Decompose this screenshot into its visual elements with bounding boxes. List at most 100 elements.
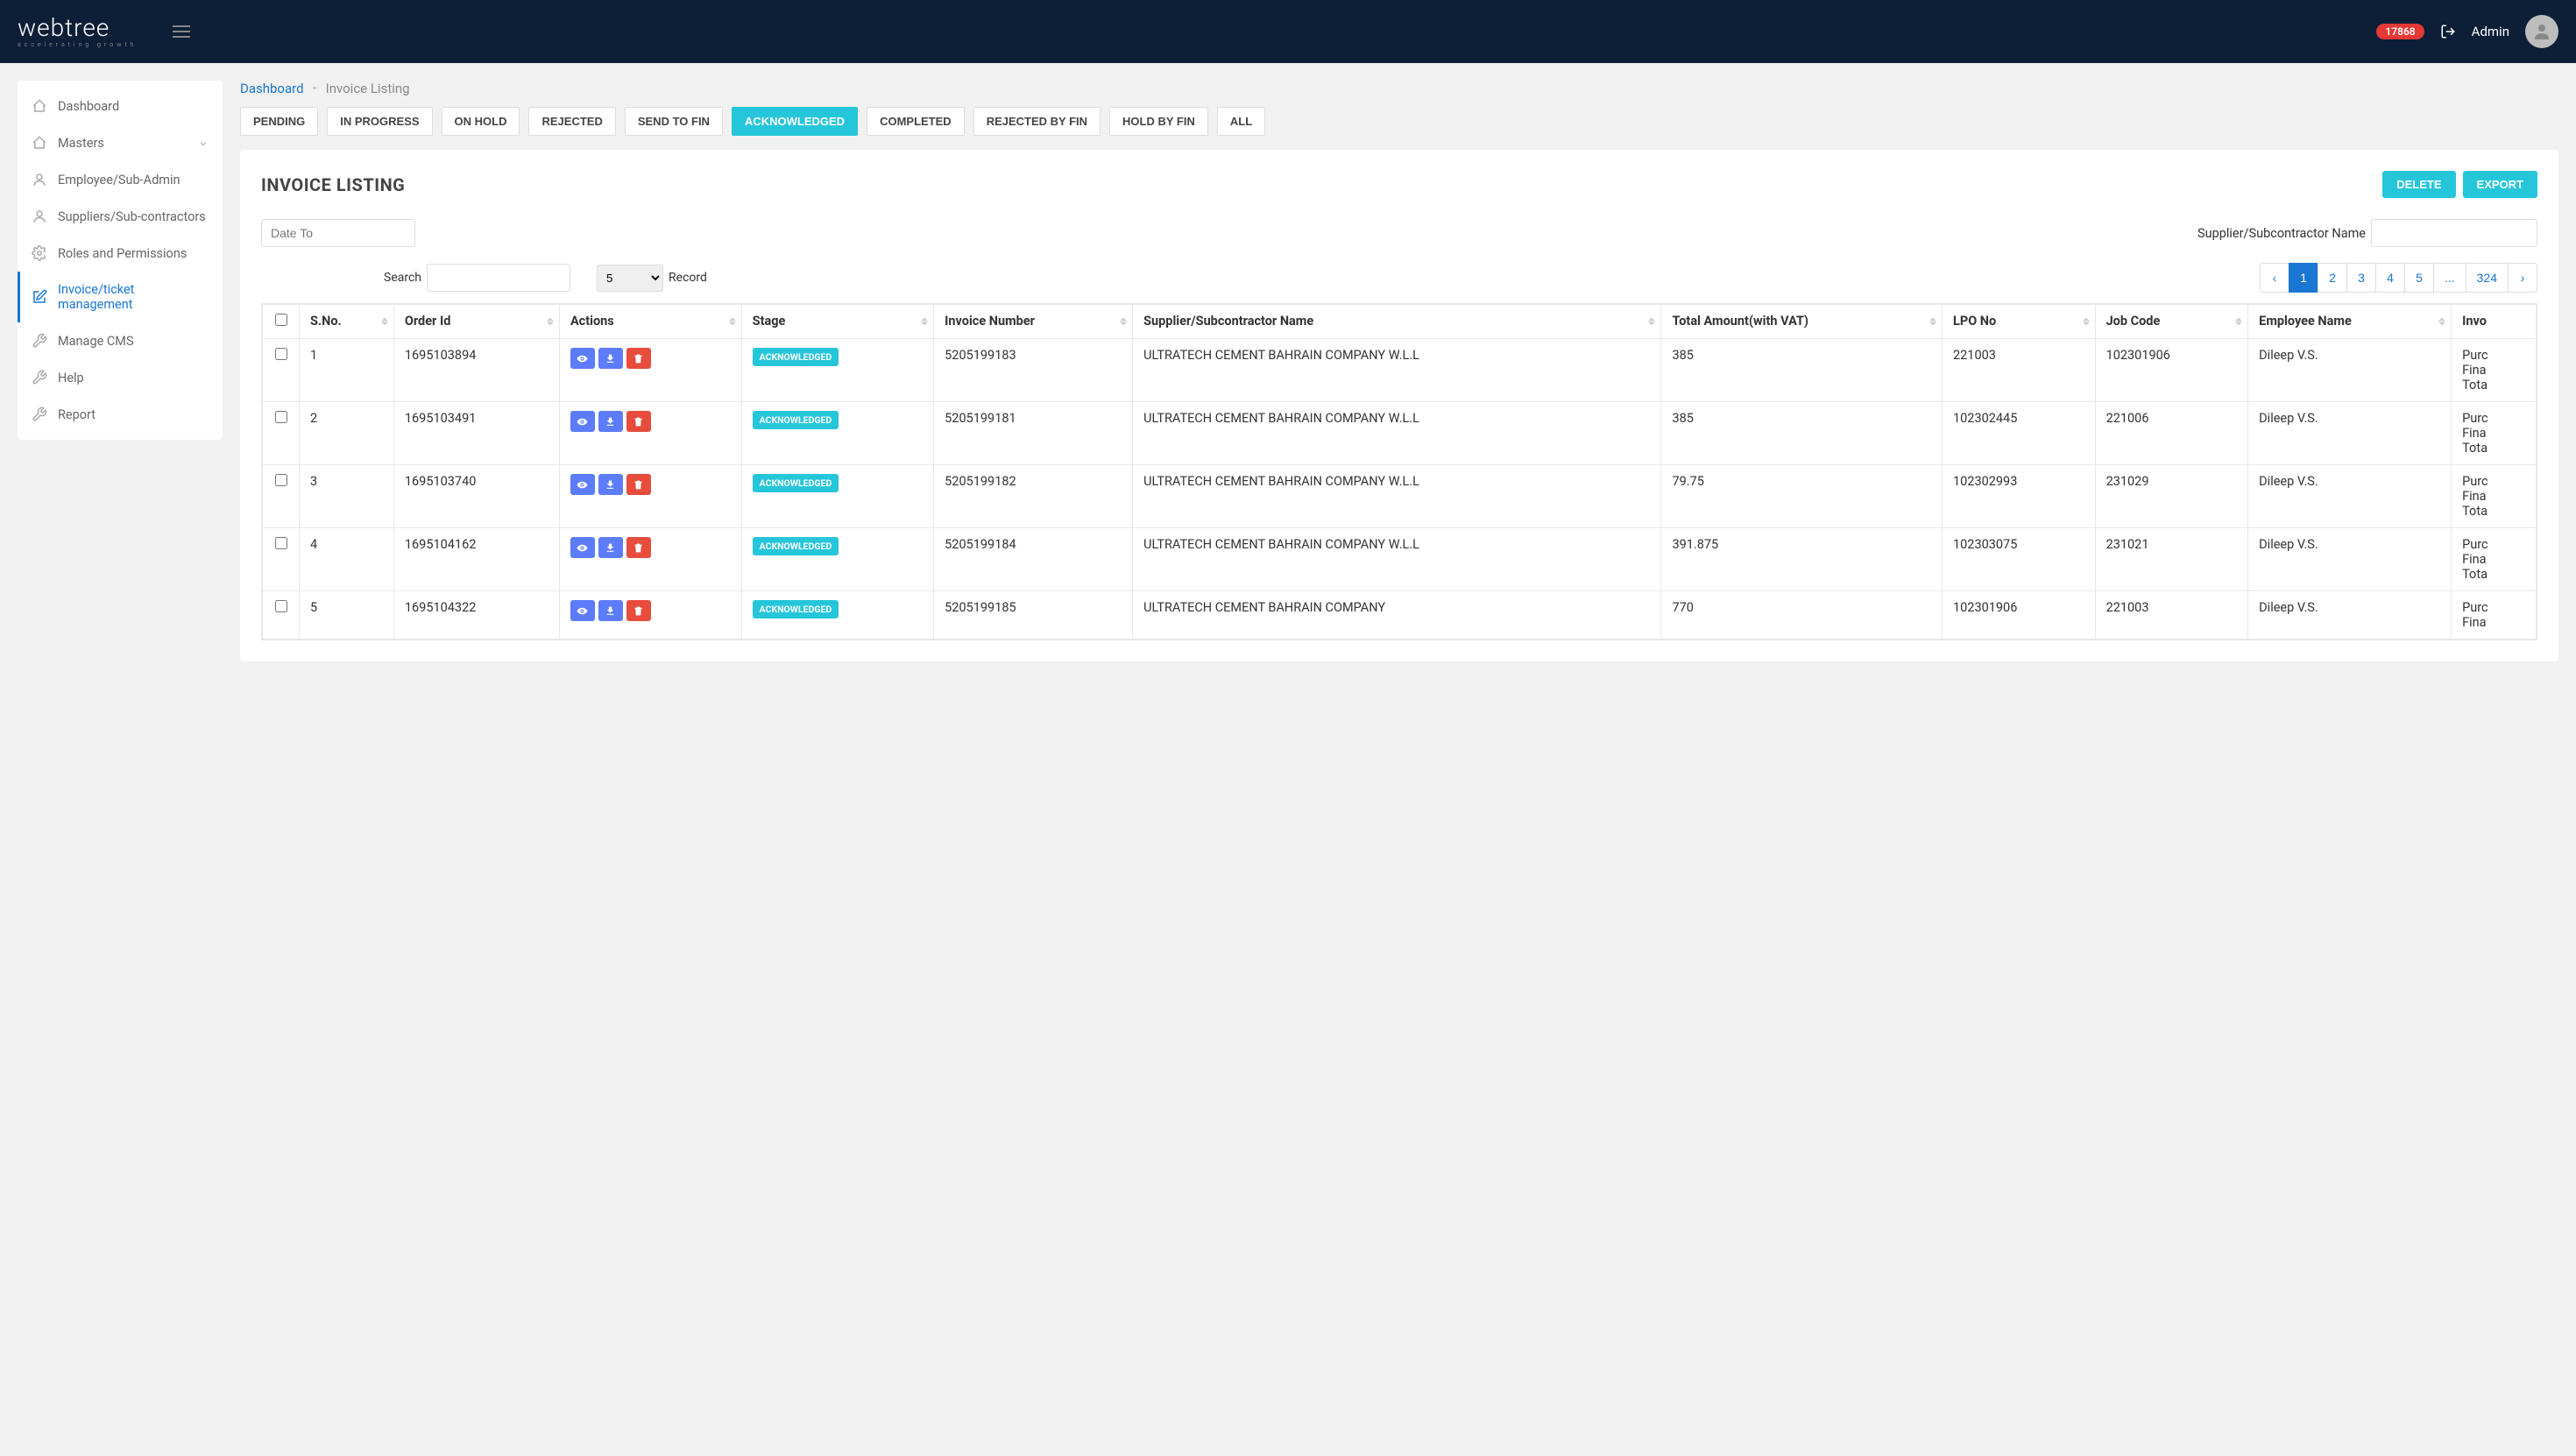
column-header[interactable]: Invoice Number (934, 305, 1133, 339)
logo[interactable]: webtree accelerating growth (18, 16, 138, 48)
cell-amount: 385 (1661, 339, 1943, 402)
sidebar-item-suppliers-sub-contractors[interactable]: Suppliers/Sub-contractors (18, 198, 223, 235)
table-container[interactable]: S.No. Order Id ActionsStageInvoice NumberS… (261, 303, 2537, 640)
table-row: 11695103894ACKNOWLEDGED5205199183ULTRATE… (263, 339, 2537, 402)
cell-lpo: 102301906 (1943, 591, 2096, 640)
column-header[interactable]: Job Code (2095, 305, 2248, 339)
filter-tab-completed[interactable]: COMPLETED (867, 107, 965, 136)
sidebar-item-invoice-ticket-management[interactable]: Invoice/ticket management (18, 272, 223, 322)
sidebar-item-help[interactable]: Help (18, 359, 223, 396)
page-1[interactable]: 1 (2289, 263, 2318, 293)
page-next[interactable]: › (2508, 263, 2537, 293)
cell-sno: 4 (300, 528, 394, 591)
date-to-input[interactable] (261, 219, 415, 247)
select-all-checkbox[interactable] (275, 314, 287, 326)
view-button[interactable] (570, 600, 595, 621)
page-4[interactable]: 4 (2375, 263, 2405, 293)
home-icon (32, 98, 47, 114)
sort-icon (381, 318, 388, 326)
column-header[interactable]: Invo (2452, 305, 2537, 339)
cell-supplier: ULTRATECH CEMENT BAHRAIN COMPANY W.L.L (1133, 402, 1661, 465)
row-checkbox[interactable] (275, 537, 287, 549)
filter-tab-in-progress[interactable]: IN PROGRESS (327, 107, 432, 136)
delete-row-button[interactable] (626, 411, 651, 432)
cell-invoice-number: 5205199181 (934, 402, 1133, 465)
stage-badge: ACKNOWLEDGED (753, 600, 839, 618)
notification-badge[interactable]: 17868 (2376, 24, 2424, 39)
cell-sno: 1 (300, 339, 394, 402)
cell-employee: Dileep V.S. (2248, 528, 2452, 591)
column-header[interactable]: Total Amount(with VAT) (1661, 305, 1943, 339)
column-header[interactable]: Actions (559, 305, 741, 339)
filter-tab-send-to-fin[interactable]: SEND TO FIN (625, 107, 723, 136)
download-button[interactable] (598, 600, 623, 621)
cell-invoice-number: 5205199185 (934, 591, 1133, 640)
sidebar-item-report[interactable]: Report (18, 396, 223, 433)
filter-tab-all[interactable]: ALL (1217, 107, 1265, 136)
user-icon (32, 209, 47, 224)
filter-tab-rejected[interactable]: REJECTED (528, 107, 615, 136)
column-label: Order Id (405, 314, 451, 329)
column-header[interactable]: Supplier/Subcontractor Name (1133, 305, 1661, 339)
delete-button[interactable]: DELETE (2382, 171, 2455, 198)
delete-row-button[interactable] (626, 474, 651, 495)
filter-tab-hold-by-fin[interactable]: HOLD BY FIN (1109, 107, 1208, 136)
delete-row-button[interactable] (626, 537, 651, 558)
row-checkbox[interactable] (275, 411, 287, 423)
filter-tab-rejected-by-fin[interactable]: REJECTED BY FIN (973, 107, 1100, 136)
records-per-page-select[interactable]: 5 (597, 265, 663, 292)
cell-job-code: 221006 (2095, 402, 2248, 465)
sidebar-item-label: Masters (58, 136, 188, 151)
download-button[interactable] (598, 348, 623, 369)
row-checkbox[interactable] (275, 474, 287, 486)
sidebar-item-label: Suppliers/Sub-contractors (58, 209, 209, 224)
column-header[interactable]: Stage (741, 305, 934, 339)
sidebar-item-masters[interactable]: Masters (18, 124, 223, 161)
supplier-filter-input[interactable] (2371, 219, 2537, 247)
view-button[interactable] (570, 348, 595, 369)
cell-extra: PurcFinaTota (2452, 402, 2537, 465)
record-label: Record (669, 271, 707, 285)
download-button[interactable] (598, 537, 623, 558)
sidebar-item-dashboard[interactable]: Dashboard (18, 88, 223, 124)
filter-tab-pending[interactable]: PENDING (240, 107, 318, 136)
cell-order-id: 1695103491 (393, 402, 559, 465)
view-button[interactable] (570, 474, 595, 495)
search-input[interactable] (427, 264, 570, 292)
sidebar-item-manage-cms[interactable]: Manage CMS (18, 322, 223, 359)
invoice-table: S.No. Order Id ActionsStageInvoice NumberS… (262, 304, 2537, 640)
download-button[interactable] (598, 474, 623, 495)
delete-row-button[interactable] (626, 348, 651, 369)
cell-job-code: 231021 (2095, 528, 2248, 591)
sidebar-item-roles-and-permissions[interactable]: Roles and Permissions (18, 235, 223, 272)
breadcrumb-root[interactable]: Dashboard (240, 81, 304, 96)
column-header[interactable]: Employee Name (2248, 305, 2452, 339)
column-header[interactable]: LPO No (1943, 305, 2096, 339)
delete-row-button[interactable] (626, 600, 651, 621)
column-header[interactable]: Order Id (393, 305, 559, 339)
cell-order-id: 1695104322 (393, 591, 559, 640)
filter-tab-on-hold[interactable]: ON HOLD (442, 107, 520, 136)
cell-extra: PurcFinaTota (2452, 528, 2537, 591)
page-324[interactable]: 324 (2466, 263, 2509, 293)
row-checkbox[interactable] (275, 348, 287, 360)
page-5[interactable]: 5 (2404, 263, 2434, 293)
column-header[interactable]: S.No. (300, 305, 394, 339)
page-...[interactable]: ... (2433, 263, 2466, 293)
avatar[interactable] (2525, 15, 2558, 48)
row-checkbox[interactable] (275, 600, 287, 612)
cell-amount: 79.75 (1661, 465, 1943, 528)
download-button[interactable] (598, 411, 623, 432)
gear-icon (32, 245, 47, 261)
view-button[interactable] (570, 537, 595, 558)
page-3[interactable]: 3 (2346, 263, 2376, 293)
sidebar-item-employee-sub-admin[interactable]: Employee/Sub-Admin (18, 161, 223, 198)
filter-tab-acknowledged[interactable]: ACKNOWLEDGED (732, 107, 858, 136)
page-2[interactable]: 2 (2318, 263, 2347, 293)
breadcrumb: Dashboard • Invoice Listing (240, 81, 2558, 96)
export-button[interactable]: EXPORT (2463, 171, 2537, 198)
menu-toggle-button[interactable] (173, 25, 190, 38)
logout-icon[interactable] (2440, 24, 2456, 39)
page-prev[interactable]: ‹ (2260, 263, 2289, 293)
view-button[interactable] (570, 411, 595, 432)
